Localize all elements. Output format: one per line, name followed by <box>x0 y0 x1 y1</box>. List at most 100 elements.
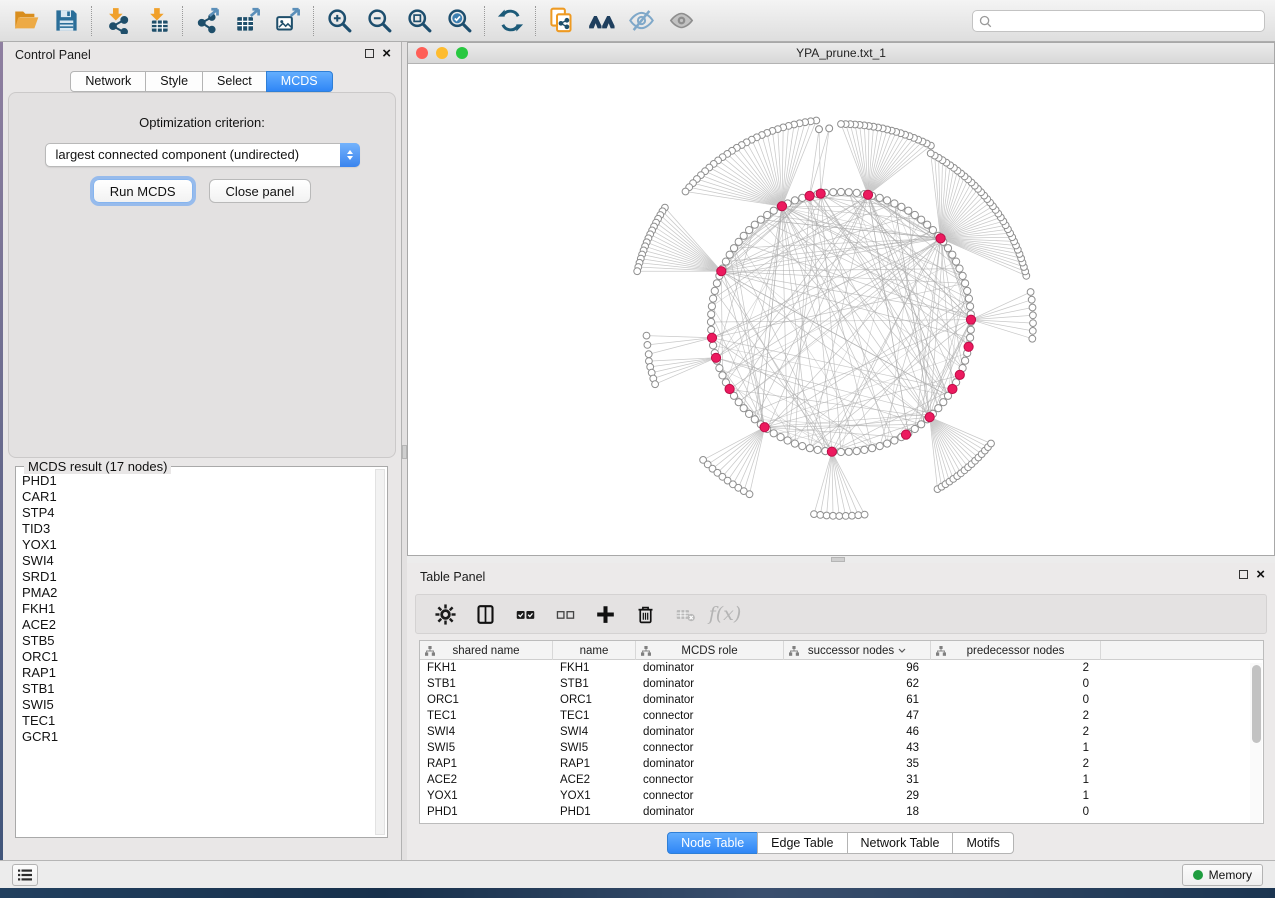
optimization-criterion-select[interactable]: largest connected component (undirected) <box>45 143 360 167</box>
import-table-button[interactable] <box>137 4 177 38</box>
mcds-result-item[interactable]: YOX1 <box>22 537 373 553</box>
mcds-result-item[interactable]: SWI5 <box>22 697 373 713</box>
table-cell: 0 <box>931 804 1101 820</box>
delete-column-button[interactable] <box>628 599 662 629</box>
delete-table-button[interactable] <box>668 599 702 629</box>
zoom-fit-button[interactable] <box>399 4 439 38</box>
mcds-result-title: MCDS result (17 nodes) <box>24 459 171 474</box>
tab-motifs[interactable]: Motifs <box>952 832 1013 854</box>
table-panel-header: Table Panel × <box>407 563 1275 589</box>
tab-node-table[interactable]: Node Table <box>667 832 758 854</box>
mcds-result-item[interactable]: ACE2 <box>22 617 373 633</box>
table-row[interactable]: RAP1RAP1dominator352 <box>420 756 1263 772</box>
memory-button[interactable]: Memory <box>1182 864 1263 886</box>
export-image-button[interactable] <box>268 4 308 38</box>
mcds-result-item[interactable]: TEC1 <box>22 713 373 729</box>
tab-edge-table[interactable]: Edge Table <box>757 832 847 854</box>
import-network-button[interactable] <box>97 4 137 38</box>
splitter-grip[interactable] <box>831 557 845 562</box>
close-panel-icon[interactable]: × <box>1256 570 1265 579</box>
refresh-button[interactable] <box>490 4 530 38</box>
network-canvas[interactable] <box>408 64 1274 555</box>
table-row[interactable]: STB1STB1dominator620 <box>420 676 1263 692</box>
unchecked-boxes-icon <box>555 604 576 625</box>
first-neighbors-button[interactable] <box>581 4 621 38</box>
run-mcds-button[interactable]: Run MCDS <box>93 179 193 203</box>
window-minimize-button[interactable] <box>436 47 448 59</box>
function-builder-button[interactable]: f(x) <box>708 599 742 629</box>
column-header-successor-nodes[interactable]: successor nodes <box>784 641 931 660</box>
tab-network-table[interactable]: Network Table <box>847 832 954 854</box>
float-panel-icon[interactable] <box>1239 570 1248 579</box>
mcds-result-item[interactable]: SRD1 <box>22 569 373 585</box>
control-panel-header: Control Panel × <box>3 42 401 68</box>
table-scrollbar[interactable] <box>1250 663 1262 823</box>
table-row[interactable]: FKH1FKH1dominator962 <box>420 660 1263 676</box>
float-panel-icon[interactable] <box>365 49 374 58</box>
hide-selected-button[interactable] <box>621 4 661 38</box>
column-header-MCDS-role[interactable]: MCDS role <box>636 641 784 660</box>
zoom-in-button[interactable] <box>319 4 359 38</box>
select-all-button[interactable] <box>508 599 542 629</box>
table-cell: YOX1 <box>420 788 553 804</box>
toolbar-separator <box>91 6 92 36</box>
eye-icon <box>668 7 695 34</box>
mcds-result-item[interactable]: STB5 <box>22 633 373 649</box>
export-network-button[interactable] <box>188 4 228 38</box>
mcds-result-item[interactable]: RAP1 <box>22 665 373 681</box>
column-header-predecessor-nodes[interactable]: predecessor nodes <box>931 641 1101 660</box>
trash-icon <box>635 604 656 625</box>
tab-select[interactable]: Select <box>202 71 267 92</box>
table-cell: dominator <box>636 692 784 708</box>
mcds-result-item[interactable]: ORC1 <box>22 649 373 665</box>
mcds-result-item[interactable]: CAR1 <box>22 489 373 505</box>
tab-network[interactable]: Network <box>70 71 146 92</box>
table-row[interactable]: TEC1TEC1connector472 <box>420 708 1263 724</box>
mcds-result-item[interactable]: FKH1 <box>22 601 373 617</box>
mcds-result-item[interactable]: SWI4 <box>22 553 373 569</box>
scrollbar-thumb[interactable] <box>1252 665 1261 743</box>
search-input[interactable] <box>997 14 1258 28</box>
mcds-result-item[interactable]: GCR1 <box>22 729 373 745</box>
column-header-name[interactable]: name <box>553 641 636 660</box>
close-panel-icon[interactable]: × <box>382 49 391 58</box>
mcds-result-item[interactable]: TID3 <box>22 521 373 537</box>
export-table-button[interactable] <box>228 4 268 38</box>
save-session-button[interactable] <box>46 4 86 38</box>
column-visibility-button[interactable] <box>468 599 502 629</box>
table-cell: 43 <box>784 740 931 756</box>
add-column-button[interactable] <box>588 599 622 629</box>
mcds-result-item[interactable]: STP4 <box>22 505 373 521</box>
mcds-result-scrollbar[interactable] <box>375 469 385 835</box>
table-cell: ORC1 <box>553 692 636 708</box>
tab-mcds[interactable]: MCDS <box>266 71 333 92</box>
zoom-out-button[interactable] <box>359 4 399 38</box>
table-row[interactable]: ACE2ACE2connector311 <box>420 772 1263 788</box>
mcds-result-item[interactable]: PMA2 <box>22 585 373 601</box>
table-row[interactable]: YOX1YOX1connector291 <box>420 788 1263 804</box>
network-snapshot-button[interactable] <box>541 4 581 38</box>
table-cell: 47 <box>784 708 931 724</box>
horizontal-splitter[interactable] <box>407 556 1275 563</box>
table-row[interactable]: PHD1PHD1dominator180 <box>420 804 1263 820</box>
open-file-button[interactable] <box>6 4 46 38</box>
table-row[interactable]: SWI4SWI4dominator462 <box>420 724 1263 740</box>
close-panel-button[interactable]: Close panel <box>209 179 312 203</box>
window-close-button[interactable] <box>416 47 428 59</box>
table-cell: RAP1 <box>553 756 636 772</box>
mcds-result-item[interactable]: PHD1 <box>22 473 373 489</box>
window-zoom-button[interactable] <box>456 47 468 59</box>
table-panel-title: Table Panel <box>420 570 485 584</box>
open-folder-icon <box>13 7 40 34</box>
deselect-all-button[interactable] <box>548 599 582 629</box>
table-row[interactable]: ORC1ORC1dominator610 <box>420 692 1263 708</box>
tab-style[interactable]: Style <box>145 71 203 92</box>
show-all-button[interactable] <box>661 4 701 38</box>
zoom-selected-button[interactable] <box>439 4 479 38</box>
panel-list-button[interactable] <box>12 864 38 886</box>
mcds-result-item[interactable]: STB1 <box>22 681 373 697</box>
column-header-shared-name[interactable]: shared name <box>420 641 553 660</box>
table-settings-button[interactable] <box>428 599 462 629</box>
table-row[interactable]: SWI5SWI5connector431 <box>420 740 1263 756</box>
mcds-tab-panel: Optimization criterion: largest connecte… <box>8 92 396 458</box>
